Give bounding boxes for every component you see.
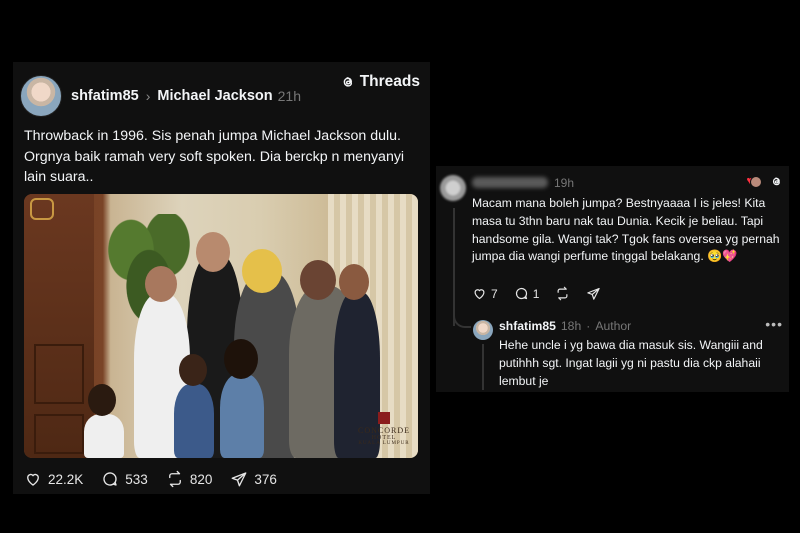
repost-icon	[557, 286, 568, 301]
reply-comment-count: 1	[532, 286, 540, 301]
photo-head	[339, 264, 369, 300]
reply-comment-button[interactable]: 1	[514, 286, 540, 301]
post-text: Throwback in 1996. Sis penah jumpa Micha…	[24, 128, 405, 185]
comment-icon	[103, 472, 117, 486]
photo-head	[242, 249, 282, 293]
share-icon	[231, 472, 247, 487]
reply-target-name[interactable]: Michael Jackson	[157, 88, 272, 104]
repost-button[interactable]: 820	[166, 470, 213, 488]
watermark-line-3: KUALA LUMPUR	[358, 441, 410, 446]
photo-head	[224, 339, 258, 379]
author-avatar[interactable]	[20, 75, 62, 117]
author-mini-avatar	[750, 175, 762, 188]
comment-button[interactable]: 533	[101, 470, 148, 488]
reply-share-button[interactable]	[586, 286, 601, 301]
more-options-button[interactable]: •••	[765, 316, 783, 332]
concorde-watermark: CONCORDE HOTEL KUALA LUMPUR	[358, 412, 410, 446]
photo-corner-logo	[30, 198, 54, 220]
like-button[interactable]: 22.2K	[24, 470, 83, 488]
photo-head	[145, 266, 177, 302]
door-panel	[34, 344, 84, 404]
author-badge: Author	[595, 319, 632, 333]
comment-count: 533	[125, 471, 148, 487]
photo-person	[174, 384, 214, 458]
replier-username-blurred[interactable]	[472, 177, 548, 188]
reply-timestamp: 19h	[554, 176, 575, 190]
reply-repost-button[interactable]	[555, 286, 570, 301]
photo-person	[84, 414, 124, 458]
liked-by-author-badge: ♥	[746, 175, 762, 188]
reply-like-count: 7	[491, 286, 498, 301]
photo-head	[88, 384, 116, 416]
heart-icon	[474, 289, 485, 300]
repost-count: 820	[189, 471, 213, 487]
comment-icon	[515, 287, 527, 300]
nested-reply-header: shfatim85 18h · Author	[499, 319, 631, 333]
heart-icon	[27, 473, 39, 486]
repost-icon	[168, 470, 181, 488]
threads-logo-icon	[772, 177, 780, 186]
photo-door	[24, 194, 94, 458]
post-actions: 22.2K 533 820 376	[24, 470, 295, 488]
thread-connector-curve	[453, 300, 471, 328]
photo-person	[220, 374, 264, 458]
reply-like-button[interactable]: 7	[472, 286, 498, 301]
post-timestamp: 21h	[277, 88, 301, 104]
nested-reply-avatar[interactable]	[473, 320, 493, 340]
share-button[interactable]: 376	[230, 470, 277, 488]
threads-brand-label: Threads	[359, 73, 420, 90]
meta-separator: ·	[586, 319, 591, 333]
threads-post-card: shfatim85 › Michael Jackson 21h Threads …	[13, 62, 430, 494]
threads-logo-icon	[343, 77, 352, 87]
post-photo[interactable]: CONCORDE HOTEL KUALA LUMPUR	[24, 194, 418, 458]
reply-text: Macam mana boleh jumpa? Bestnyaaaa I is …	[472, 196, 780, 264]
watermark-line-1: CONCORDE	[357, 426, 410, 435]
reply-actions: 7 1	[472, 286, 617, 301]
photo-head	[300, 260, 336, 300]
nested-reply-time: 18h	[560, 319, 582, 333]
chevron-right-icon: ›	[145, 88, 151, 104]
nested-reply-text: Hehe uncle i yg bawa dia masuk sis. Wang…	[499, 338, 763, 388]
share-icon	[587, 287, 601, 300]
door-panel	[34, 414, 84, 454]
replier-avatar-blurred[interactable]	[440, 175, 466, 201]
photo-head	[196, 232, 230, 272]
photo-head	[179, 354, 207, 386]
share-count: 376	[254, 471, 277, 487]
like-count: 22.2K	[48, 471, 84, 487]
reply-header-icons: ♥	[746, 175, 783, 188]
reply-card: 19h ♥ Macam mana boleh jumpa? Bestnyaaaa…	[436, 166, 789, 392]
threads-brand[interactable]: Threads	[340, 73, 420, 91]
author-username[interactable]: shfatim85	[71, 88, 139, 104]
nested-thread-line	[482, 344, 484, 390]
concorde-logo-icon	[377, 412, 390, 424]
nested-reply-username[interactable]: shfatim85	[499, 319, 556, 333]
